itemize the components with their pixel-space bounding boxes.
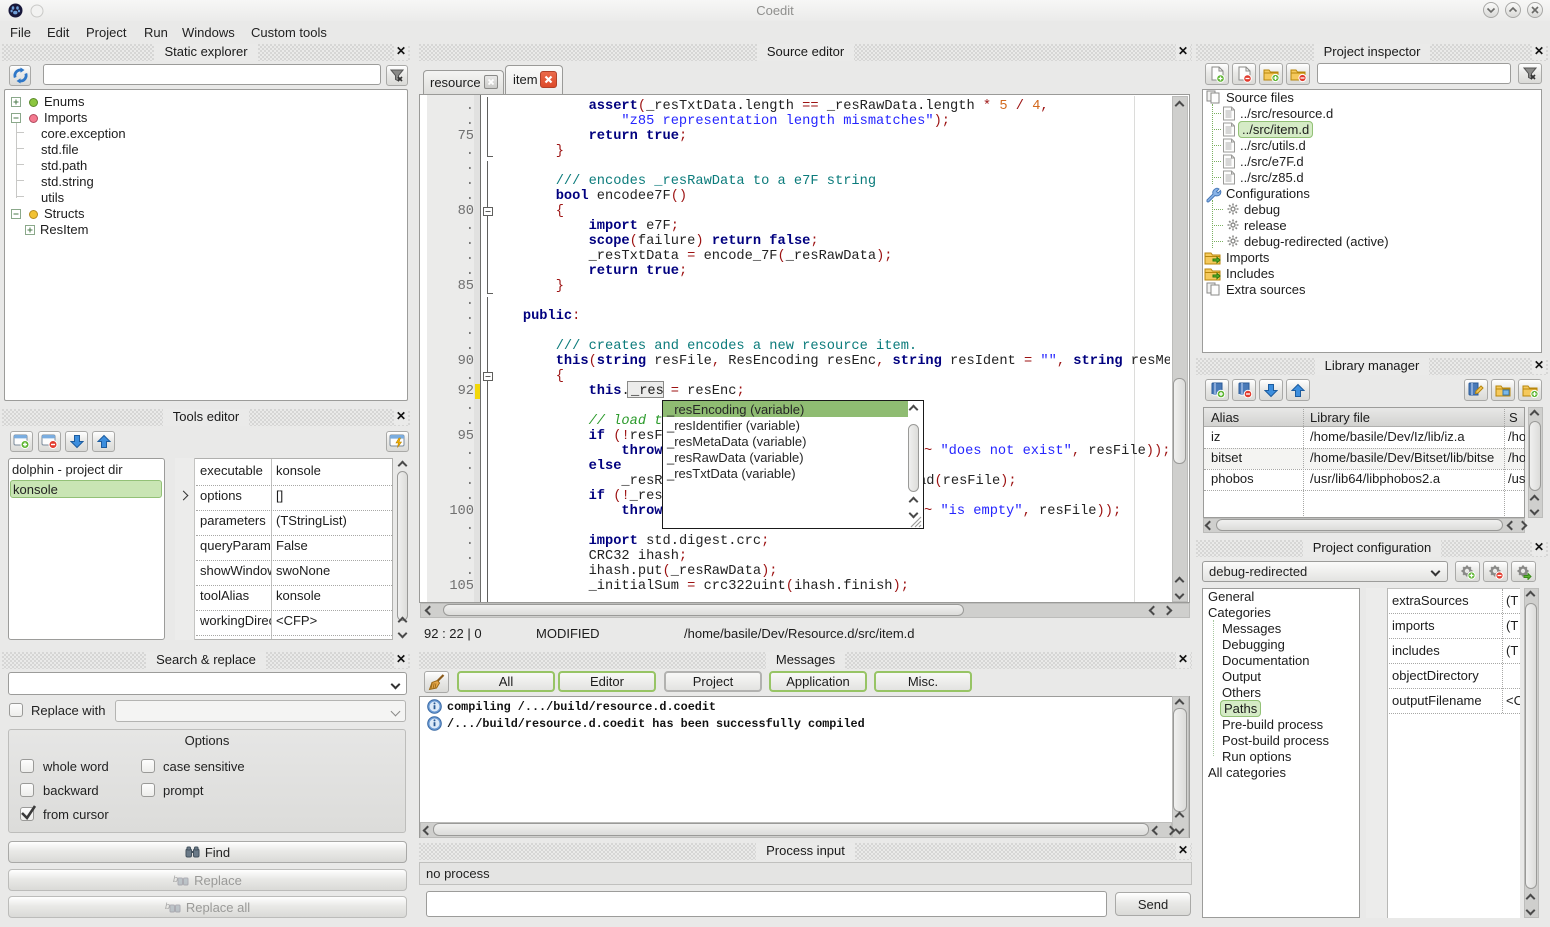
svg-text:b: b [173, 874, 178, 884]
svg-text:b: b [165, 901, 170, 911]
